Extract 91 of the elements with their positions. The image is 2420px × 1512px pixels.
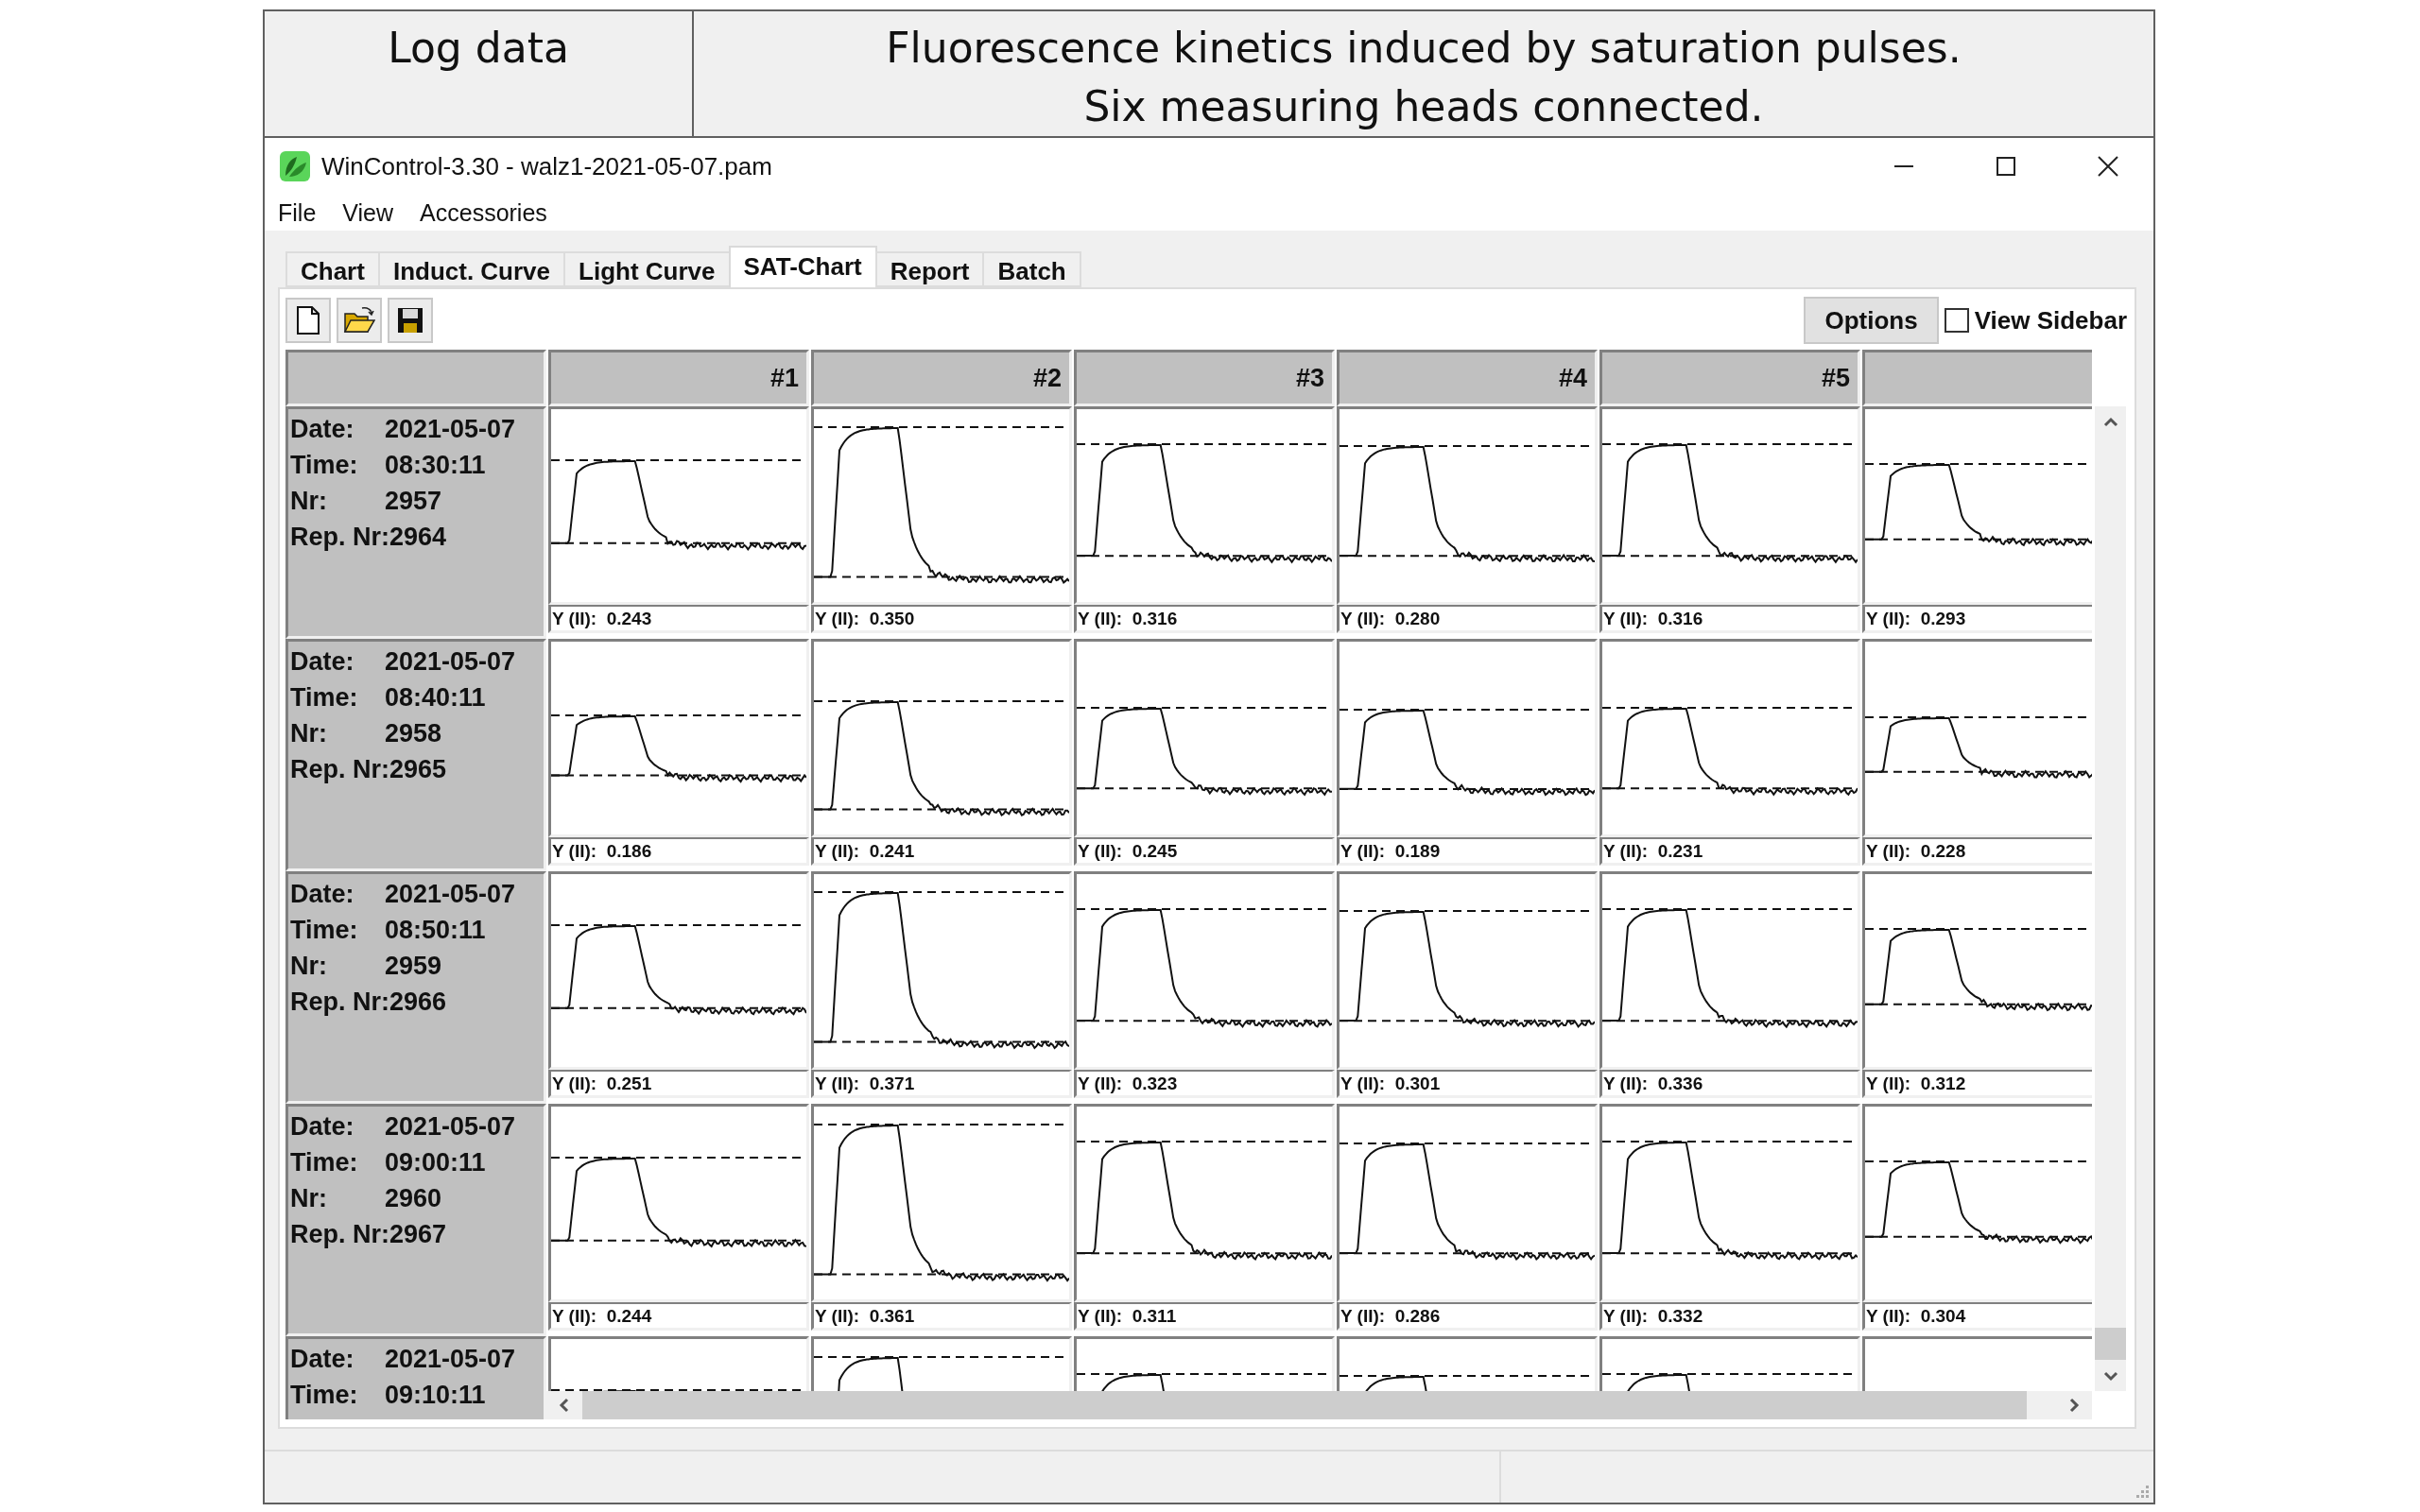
leaf-icon [280,151,310,181]
field-value: 2965 [389,754,448,784]
yield-label: Y (II): 0.332 [1599,1302,1860,1331]
folder-icon [343,306,375,335]
yield-label: Y (II): 0.251 [548,1070,809,1098]
field-label: Rep. Nr: [290,987,389,1017]
document-icon [295,305,321,335]
yield-label: Y (II): 0.350 [811,605,1072,633]
field-value: 2021-05-07 [385,414,517,444]
vertical-scrollbar[interactable] [2095,406,2126,1391]
field-value: 2960 [385,1183,443,1213]
field-value: 2959 [385,951,443,981]
yield-label: Y (II): 0.244 [548,1302,809,1331]
field-label: Date: [290,879,355,909]
menu-item[interactable]: Accessories [420,198,547,227]
field-label: Nr: [290,718,328,748]
field-value: 2957 [385,486,443,516]
field-value: 08:50:11 [385,915,487,945]
field-label: Rep. Nr: [290,522,389,552]
field-value: 2958 [385,718,443,748]
yield-label: Y (II): 0.189 [1337,837,1598,866]
save-button[interactable] [388,298,433,343]
field-label: Date: [290,646,355,677]
menu-item[interactable]: View [342,198,394,227]
field-value: 09:10:11 [385,1380,487,1410]
field-label: Time: [290,1380,359,1410]
field-label: Time: [290,1147,359,1177]
yield-label: Y (II): 0.312 [1862,1070,2092,1098]
yield-label: Y (II): 0.286 [1337,1302,1598,1331]
resize-grip-icon [2135,1484,2150,1499]
field-label: Date: [290,414,355,444]
tab[interactable]: Report [874,251,985,287]
field-value: 2021-05-07 [385,1344,517,1374]
minimize-icon [1893,165,1914,167]
field-label: Time: [290,682,359,713]
field-label: Date: [290,1111,355,1142]
yield-label: Y (II): 0.371 [811,1070,1072,1098]
column-header: #2 [811,350,1072,406]
field-value: 08:40:11 [385,682,487,713]
yield-label: Y (II): 0.304 [1862,1302,2092,1331]
tab[interactable]: Chart [285,251,380,287]
yield-label: Y (II): 0.316 [1599,605,1860,633]
field-value: 2967 [389,1219,448,1249]
field-label: Rep. Nr: [290,754,389,784]
new-file-button[interactable] [285,298,331,343]
menu-item[interactable]: File [278,198,317,227]
field-value: 2021-05-07 [385,646,517,677]
options-button[interactable]: Options [1804,297,1939,344]
field-value: 2021-05-07 [385,879,517,909]
column-header: #5 [1599,350,1860,406]
yield-label: Y (II): 0.293 [1862,605,2092,633]
yield-label: Y (II): 0.336 [1599,1070,1860,1098]
field-label: Date: [290,1344,355,1374]
open-folder-button[interactable] [337,298,382,343]
column-header: #1 [548,350,809,406]
tab[interactable]: Induct. Curve [377,251,566,287]
yield-label: Y (II): 0.241 [811,837,1072,866]
scrollbar-thumb[interactable] [2095,1328,2126,1360]
yield-label: Y (II): 0.243 [548,605,809,633]
field-label: Nr: [290,486,328,516]
window-title: WinControl-3.30 - walz1-2021-05-07.pam [321,151,773,181]
view-sidebar-checkbox[interactable]: View Sidebar [1944,305,2127,335]
field-label: Rep. Nr: [290,1219,389,1249]
field-label: Nr: [290,951,328,981]
table-cell: Fluorescence kinetics induced by saturation pulses. Six measuring heads connected. [692,11,2153,136]
yield-label: Y (II): 0.361 [811,1302,1072,1331]
maximize-icon [1996,156,2016,177]
field-label: Time: [290,915,359,945]
close-icon [2097,155,2119,178]
tab[interactable]: Light Curve [563,251,731,287]
yield-label: Y (II): 0.228 [1862,837,2092,866]
field-value: 08:30:11 [385,450,487,480]
yield-label: Y (II): 0.323 [1074,1070,1335,1098]
table-cell: Log data [265,11,692,136]
field-value: 2021-05-07 [385,1111,517,1142]
yield-label: Y (II): 0.311 [1074,1302,1335,1331]
yield-label: Y (II): 0.231 [1599,837,1860,866]
yield-label: Y (II): 0.245 [1074,837,1335,866]
column-header: #3 [1074,350,1335,406]
field-value: 09:00:11 [385,1147,487,1177]
column-header: #4 [1337,350,1598,406]
yield-label: Y (II): 0.280 [1337,605,1598,633]
yield-label: Y (II): 0.301 [1337,1070,1598,1098]
field-value: 2964 [389,522,448,552]
yield-label: Y (II): 0.186 [548,837,809,866]
field-label: Time: [290,450,359,480]
field-label: Nr: [290,1183,328,1213]
yield-label: Y (II): 0.316 [1074,605,1335,633]
tab[interactable]: Batch [982,251,1081,287]
field-value: 2966 [389,987,448,1017]
tab[interactable]: SAT-Chart [728,246,877,287]
